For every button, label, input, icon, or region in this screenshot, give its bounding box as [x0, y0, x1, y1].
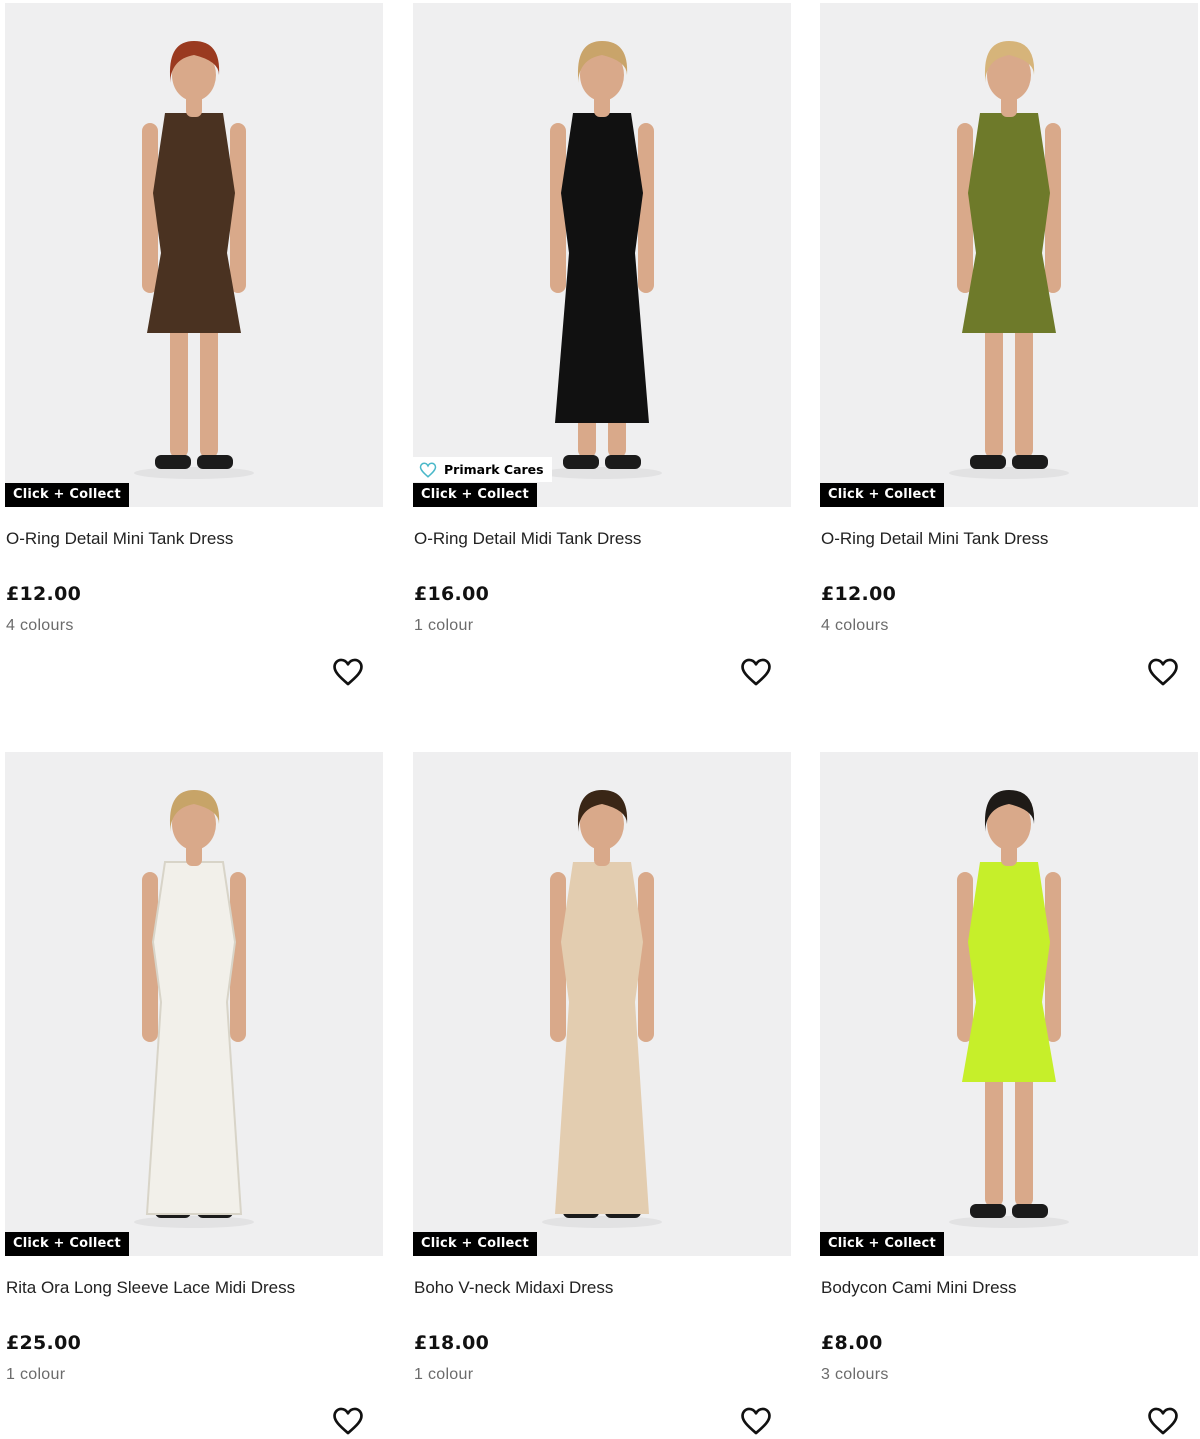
product-image[interactable]: Click + Collect — [413, 752, 791, 1256]
product-card[interactable]: Click + Collect O-Ring Detail Mini Tank D… — [820, 3, 1198, 743]
heart-outline-icon — [333, 1407, 363, 1435]
product-title[interactable]: Bodycon Cami Mini Dress — [821, 1278, 1017, 1298]
model-illustration — [542, 41, 662, 479]
product-card[interactable]: Click + Collect O-Ring Detail Mini Tank D… — [5, 3, 383, 743]
favourite-button[interactable] — [331, 655, 365, 689]
primark-cares-badge: Primark Cares — [413, 457, 552, 482]
product-price: £8.00 — [821, 1332, 883, 1354]
favourite-button[interactable] — [739, 655, 773, 689]
product-title[interactable]: Boho V-neck Midaxi Dress — [414, 1278, 613, 1298]
click-collect-badge: Click + Collect — [820, 1232, 944, 1256]
model-illustration — [134, 790, 254, 1228]
product-price: £12.00 — [821, 583, 897, 605]
product-colours: 1 colour — [414, 617, 474, 634]
heart-icon — [419, 461, 437, 478]
model-illustration — [949, 790, 1069, 1228]
heart-outline-icon — [333, 658, 363, 686]
product-price: £12.00 — [6, 583, 82, 605]
product-title[interactable]: Rita Ora Long Sleeve Lace Midi Dress — [6, 1278, 295, 1298]
product-colours: 1 colour — [6, 1366, 66, 1383]
product-price: £16.00 — [414, 583, 490, 605]
product-image[interactable]: Click + Collect — [5, 752, 383, 1256]
click-collect-badge: Click + Collect — [820, 483, 944, 507]
favourite-button[interactable] — [1146, 655, 1180, 689]
primark-cares-label: Primark Cares — [444, 462, 544, 477]
model-illustration — [949, 41, 1069, 479]
product-card[interactable]: Primark Cares Click + Collect O-Ring Detai… — [413, 3, 791, 743]
heart-outline-icon — [741, 658, 771, 686]
favourite-button[interactable] — [1146, 1404, 1180, 1438]
product-card[interactable]: Click + Collect Rita Ora Long Sleeve Lace… — [5, 752, 383, 1439]
heart-outline-icon — [1148, 658, 1178, 686]
product-card[interactable]: Click + Collect Bodycon Cami Mini Dress £8… — [820, 752, 1198, 1439]
product-colours: 1 colour — [414, 1366, 474, 1383]
product-colours: 3 colours — [821, 1366, 889, 1383]
product-title[interactable]: O-Ring Detail Mini Tank Dress — [6, 529, 233, 549]
favourite-button[interactable] — [331, 1404, 365, 1438]
click-collect-badge: Click + Collect — [413, 483, 537, 507]
model-illustration — [134, 41, 254, 479]
model-illustration — [542, 790, 662, 1228]
product-price: £18.00 — [414, 1332, 490, 1354]
product-image[interactable]: Click + Collect — [820, 752, 1198, 1256]
product-title[interactable]: O-Ring Detail Midi Tank Dress — [414, 529, 641, 549]
product-card[interactable]: Click + Collect Boho V-neck Midaxi Dress £… — [413, 752, 791, 1439]
heart-outline-icon — [741, 1407, 771, 1435]
product-image[interactable]: Click + Collect — [5, 3, 383, 507]
click-collect-badge: Click + Collect — [5, 1232, 129, 1256]
product-colours: 4 colours — [6, 617, 74, 634]
click-collect-badge: Click + Collect — [5, 483, 129, 507]
favourite-button[interactable] — [739, 1404, 773, 1438]
heart-outline-icon — [1148, 1407, 1178, 1435]
product-image[interactable]: Primark Cares Click + Collect — [413, 3, 791, 507]
product-grid: Click + Collect O-Ring Detail Mini Tank D… — [0, 0, 1200, 1439]
click-collect-badge: Click + Collect — [413, 1232, 537, 1256]
product-colours: 4 colours — [821, 617, 889, 634]
product-image[interactable]: Click + Collect — [820, 3, 1198, 507]
product-price: £25.00 — [6, 1332, 82, 1354]
product-title[interactable]: O-Ring Detail Mini Tank Dress — [821, 529, 1048, 549]
